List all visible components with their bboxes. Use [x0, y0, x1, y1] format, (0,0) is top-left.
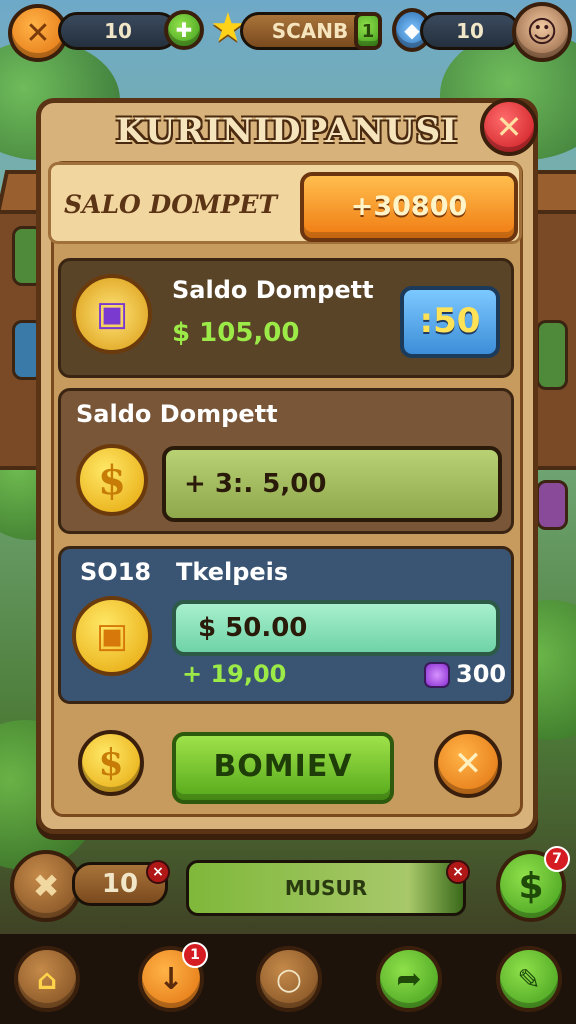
coin-button[interactable]: $: [78, 730, 144, 796]
confirm-button[interactable]: BOMIEV: [172, 732, 394, 804]
hud-value-right: 10: [420, 12, 520, 50]
share-arrow-icon[interactable]: ➦: [376, 946, 442, 1012]
card3-gem-count: 300: [456, 660, 507, 688]
backpack-icon: ▣: [95, 616, 129, 656]
side-tile: [536, 320, 568, 390]
circle-icon[interactable]: ○: [256, 946, 322, 1012]
side-tile: [536, 480, 568, 530]
treasure-box-icon: ▣: [95, 294, 129, 334]
hud-value-left: 10: [58, 12, 178, 50]
card3-amount-field[interactable]: $ 50.00: [172, 600, 500, 656]
close-icon[interactable]: ×: [146, 860, 170, 884]
dollar-icon: $: [518, 865, 544, 907]
cancel-button[interactable]: ✕: [434, 730, 502, 798]
add-icon[interactable]: ✚: [164, 10, 204, 50]
wallet-label: SALO DOMPET: [64, 190, 278, 219]
avatar[interactable]: ☺: [512, 2, 572, 62]
top-hud: ✕ 10 ✚ ★ SCANB 1 ◆ 10 ☺: [0, 0, 576, 64]
scroll-icon[interactable]: ✎: [496, 946, 562, 1012]
card1-action-button[interactable]: :50: [400, 286, 500, 358]
hud-center-badge: 1: [354, 12, 382, 50]
card2-title: Saldo Dompett: [76, 400, 278, 428]
close-icon[interactable]: ×: [446, 860, 470, 884]
chest-coin: ▣: [72, 274, 152, 354]
card1-amount: $ 105,00: [172, 318, 300, 348]
bottom-nav: ⌂ ↓ 1 ○ ➦ ✎: [0, 934, 576, 1024]
progress-bar: MUSUR: [186, 860, 466, 916]
coin-icon: $: [76, 444, 148, 516]
card2-amount-field[interactable]: + 3:. 5,00: [162, 446, 502, 522]
close-button[interactable]: ✕: [480, 98, 538, 156]
close-icon: ✕: [495, 108, 523, 146]
home-icon[interactable]: ⌂: [14, 946, 80, 1012]
notification-badge: 7: [544, 846, 570, 872]
close-icon: ✕: [453, 744, 483, 784]
chest-coin: ▣: [72, 596, 152, 676]
dialog-title: KURINIDPANUSI: [115, 111, 459, 151]
card3-bonus: + 19,00: [182, 660, 287, 688]
wallet-value-button[interactable]: +30800: [300, 172, 518, 242]
dollar-icon: $: [98, 742, 124, 784]
card1-title: Saldo Dompett: [172, 276, 374, 304]
card3-left-label: SO18: [80, 558, 152, 586]
nav-badge: 1: [182, 942, 208, 968]
gem-icon: [424, 662, 450, 688]
card3-title: Tkelpeis: [176, 558, 289, 586]
